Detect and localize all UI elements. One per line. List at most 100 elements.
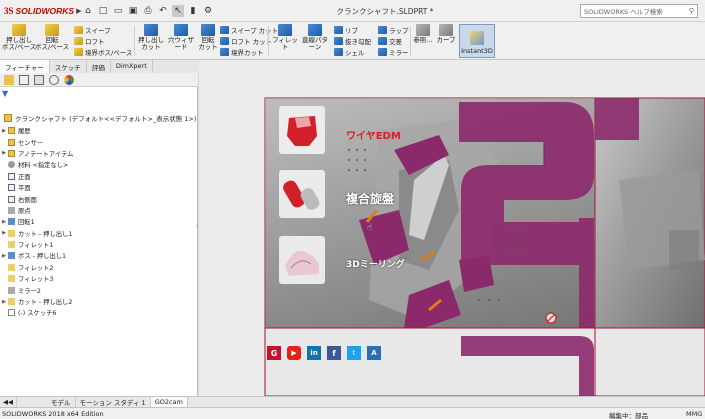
help-search[interactable]: SOLIDWORKS ヘルプ検索 ⚲ — [580, 4, 698, 18]
curves-button[interactable]: カーブ — [435, 24, 457, 44]
select-icon[interactable]: ↖ — [172, 5, 184, 17]
save-icon[interactable]: ▣ — [127, 5, 139, 17]
intersect-label: 交差 — [389, 38, 402, 46]
mirror-icon — [378, 48, 387, 56]
linear-pattern-icon — [308, 24, 322, 36]
tree-item[interactable]: (-) スケッチ6 — [0, 307, 198, 318]
menu-expand-icon[interactable]: ▶ — [76, 7, 81, 15]
feature-tree-icon[interactable] — [4, 75, 14, 85]
other-social-icon[interactable]: A — [367, 346, 381, 360]
swept-cut-button[interactable]: スイープ カット — [220, 25, 278, 35]
boundary-cut-button[interactable]: 境界カット — [220, 47, 264, 57]
home-icon[interactable]: ⌂ — [82, 5, 94, 17]
go2cam-icon[interactable]: G — [267, 346, 281, 360]
loft-button[interactable]: ロフト — [74, 36, 105, 46]
open-icon[interactable]: ▭ — [112, 5, 124, 17]
intersect-button[interactable]: 交差 — [378, 36, 402, 46]
fillet-button[interactable]: フィレット — [272, 24, 298, 51]
sweep-button[interactable]: スイープ — [74, 25, 111, 35]
feature-tile-wire-edm — [279, 106, 325, 154]
tree-item[interactable]: 平面 — [0, 182, 198, 193]
shell-button[interactable]: シェル — [334, 47, 365, 57]
fillet-label: フィレット — [272, 36, 298, 51]
twitter-icon[interactable]: t — [347, 346, 361, 360]
status-units[interactable]: MMG — [686, 410, 702, 418]
expand-arrow-icon[interactable]: ▶ — [0, 253, 8, 259]
tab-sketch[interactable]: スケッチ — [50, 60, 87, 73]
expand-arrow-icon[interactable]: ▶ — [0, 219, 8, 225]
boundary-boss-button[interactable]: 境界ボス/ベース — [74, 47, 132, 57]
print-icon[interactable]: ⎙ — [142, 5, 154, 17]
brand-name: SOLIDWORKS — [15, 6, 75, 16]
tree-item[interactable]: ▶ 履歴 — [0, 125, 198, 136]
tree-item[interactable]: ▶ ボス - 押し出し1 — [0, 250, 198, 261]
tree-item[interactable]: センサー — [0, 136, 198, 147]
curves-icon — [439, 24, 453, 36]
draft-button[interactable]: 抜き勾配 — [334, 36, 371, 46]
search-input[interactable]: SOLIDWORKS ヘルプ検索 — [584, 6, 689, 16]
tree-item[interactable]: ▶ カット - 押し出し2 — [0, 296, 198, 307]
tree-item-label: 材料 <指定なし> — [18, 162, 69, 170]
revolve-boss-button[interactable]: 回転 ボス/ベース — [35, 24, 69, 51]
expand-arrow-icon[interactable]: ▶ — [0, 299, 8, 305]
tree-item[interactable]: フィレット1 — [0, 239, 198, 250]
tree-item[interactable]: 原点 — [0, 205, 198, 216]
tree-item[interactable]: ▶ 回転1 — [0, 216, 198, 227]
tree-root[interactable]: クランクシャフト (デフォルト<<デフォルト>_表示状態 1>) — [4, 113, 196, 123]
configuration-icon[interactable] — [34, 75, 44, 85]
undo-icon[interactable]: ↶ — [157, 5, 169, 17]
instant3d-button[interactable]: Instant3D — [459, 24, 495, 58]
tree-item-label: カット - 押し出し2 — [18, 299, 73, 307]
hole-wizard-button[interactable]: 穴ウィザード — [165, 24, 197, 51]
extrude-boss-label: 押し出し ボス/ベース — [1, 36, 37, 51]
tree-item[interactable]: ▶ カット - 押し出し1 — [0, 228, 198, 239]
display-manager-icon[interactable] — [64, 75, 74, 85]
wrap-button[interactable]: ラップ — [378, 25, 409, 35]
search-icon[interactable]: ⚲ — [689, 7, 694, 15]
linear-pattern-button[interactable]: 直線パターン — [300, 24, 330, 51]
filter-icon[interactable]: ▼ — [2, 89, 8, 98]
expand-arrow-icon[interactable]: ▶ — [0, 150, 8, 156]
tree-item[interactable]: 正面 — [0, 171, 198, 182]
tab-model[interactable]: モデル — [47, 396, 76, 408]
tab-dimxpert[interactable]: DimXpert — [111, 60, 153, 73]
feature-icon — [8, 206, 15, 214]
tab-features[interactable]: フィーチャー — [0, 60, 50, 73]
property-manager-icon[interactable] — [19, 75, 29, 85]
feature-icon — [8, 309, 15, 317]
options-icon[interactable]: ⚙ — [202, 5, 214, 17]
mirror-button[interactable]: ミラー — [378, 47, 409, 57]
expand-arrow-icon[interactable]: ▶ — [0, 230, 8, 236]
social-icons: G ▶ in f t A — [267, 346, 381, 360]
linkedin-icon[interactable]: in — [307, 346, 321, 360]
extrude-cut-button[interactable]: 押し出し カット — [138, 24, 164, 51]
tab-scroll-left-icon[interactable]: ◀◀ — [0, 396, 17, 408]
new-document-icon[interactable]: □ — [97, 5, 109, 17]
extrude-boss-button[interactable]: 押し出し ボス/ベース — [1, 24, 37, 51]
revolve-cut-button[interactable]: 回転 カット — [198, 24, 218, 51]
tree-item[interactable]: ▶ アノテートアイテム — [0, 148, 198, 159]
instant3d-icon — [470, 31, 484, 45]
tree-item[interactable]: 材料 <指定なし> — [0, 159, 198, 170]
rebuild-icon[interactable]: ▮ — [187, 5, 199, 17]
tree-item[interactable]: 右側面 — [0, 193, 198, 204]
dimxpert-icon[interactable] — [49, 75, 59, 85]
rib-button[interactable]: リブ — [334, 25, 358, 35]
reference-geometry-button[interactable]: 参照... — [412, 24, 434, 44]
tab-motion-study[interactable]: モーション スタディ 1 — [76, 396, 151, 408]
tree-item[interactable]: ミラー2 — [0, 284, 198, 295]
lofted-cut-button[interactable]: ロフト カット — [220, 36, 272, 46]
youtube-icon[interactable]: ▶ — [287, 346, 301, 360]
swept-cut-icon — [220, 26, 229, 34]
tab-evaluate[interactable]: 評価 — [87, 60, 111, 73]
expand-arrow-icon[interactable]: ▶ — [0, 128, 8, 134]
lofted-cut-label: ロフト カット — [231, 38, 273, 46]
graphics-area[interactable]: ワイヤEDM 複合旋盤 3Dミーリング G ▶ in f t A ☝ — [199, 60, 705, 396]
tree-item[interactable]: フィレット2 — [0, 262, 198, 273]
feature-manager-panel: ▼ クランクシャフト (デフォルト<<デフォルト>_表示状態 1>) ▶ 履歴 セン… — [0, 73, 198, 396]
boundary-boss-label: 境界ボス/ベース — [85, 49, 133, 57]
loft-label: ロフト — [85, 38, 105, 46]
facebook-icon[interactable]: f — [327, 346, 341, 360]
tree-item[interactable]: フィレット3 — [0, 273, 198, 284]
tab-go2cam[interactable]: GO2cam — [150, 396, 188, 408]
